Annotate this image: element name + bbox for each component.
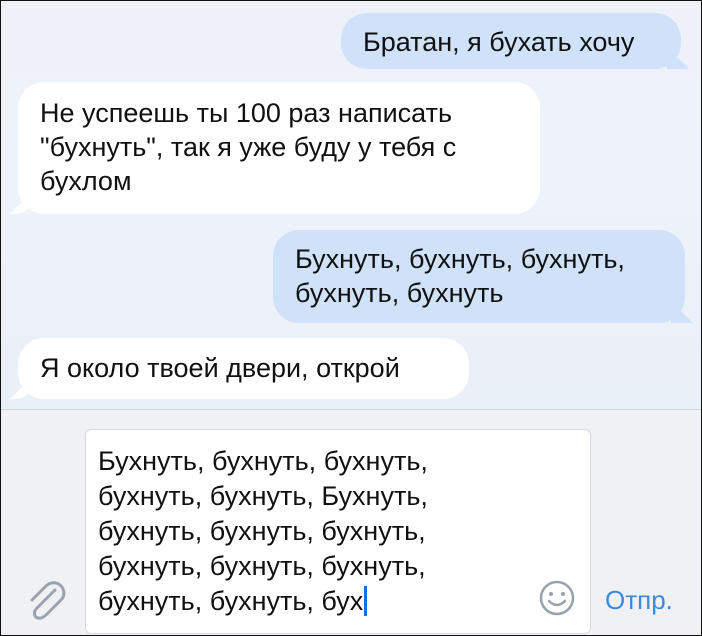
smiley-icon[interactable] — [537, 578, 577, 618]
message-input-value: Бухнуть, бухнуть, бухнуть, бухнуть, бухн… — [98, 446, 428, 616]
message-bubble-outgoing[interactable]: Братан, я бухать хочу — [341, 13, 689, 69]
bubble-tail — [10, 192, 32, 214]
compose-bar: Бухнуть, бухнуть, бухнуть, бухнуть, бухн… — [1, 409, 701, 635]
message-input[interactable]: Бухнуть, бухнуть, бухнуть, бухнуть, бухн… — [85, 429, 591, 634]
chat-window: Братан, я бухать хочу Не успеешь ты 100 … — [0, 0, 702, 636]
send-button[interactable]: Отпр. — [605, 585, 673, 616]
bubble-tail — [667, 47, 689, 69]
message-text: Я около твоей двери, открой — [40, 353, 400, 383]
message-bubble-incoming[interactable]: Не успеешь ты 100 раз написать "бухнуть"… — [10, 82, 540, 214]
bubble-tail — [10, 377, 32, 399]
message-bubble-incoming[interactable]: Я около твоей двери, открой — [10, 338, 469, 399]
message-text: Бухнуть, бухнуть, бухнуть, бухнуть, бухн… — [295, 244, 625, 308]
text-caret — [364, 586, 368, 616]
message-text: Не успеешь ты 100 раз написать "бухнуть"… — [40, 98, 457, 196]
paperclip-icon[interactable] — [21, 576, 69, 624]
message-text: Братан, я бухать хочу — [363, 27, 635, 57]
message-input-text[interactable]: Бухнуть, бухнуть, бухнуть, бухнуть, бухн… — [98, 444, 478, 619]
message-list[interactable]: Братан, я бухать хочу Не успеешь ты 100 … — [1, 1, 701, 409]
message-bubble-outgoing[interactable]: Бухнуть, бухнуть, бухнуть, бухнуть, бухн… — [273, 230, 693, 323]
bubble-tail — [671, 301, 693, 323]
